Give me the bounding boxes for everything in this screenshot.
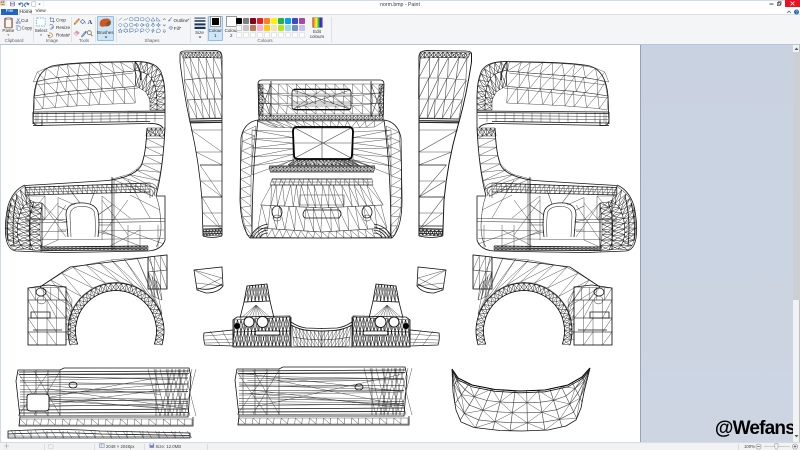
svg-text:Fill: Fill xyxy=(174,26,180,31)
svg-text:Resize: Resize xyxy=(56,25,70,30)
svg-text:Select: Select xyxy=(35,28,48,33)
svg-text:Outline: Outline xyxy=(174,18,189,23)
svg-text:A: A xyxy=(88,19,93,26)
svg-text:?: ? xyxy=(795,10,798,15)
svg-text:Rotate: Rotate xyxy=(56,33,70,38)
svg-text:Paste: Paste xyxy=(2,28,14,33)
svg-text:Crop: Crop xyxy=(56,17,66,22)
svg-text:Copy: Copy xyxy=(22,26,33,31)
svg-text:Cut: Cut xyxy=(21,18,29,23)
